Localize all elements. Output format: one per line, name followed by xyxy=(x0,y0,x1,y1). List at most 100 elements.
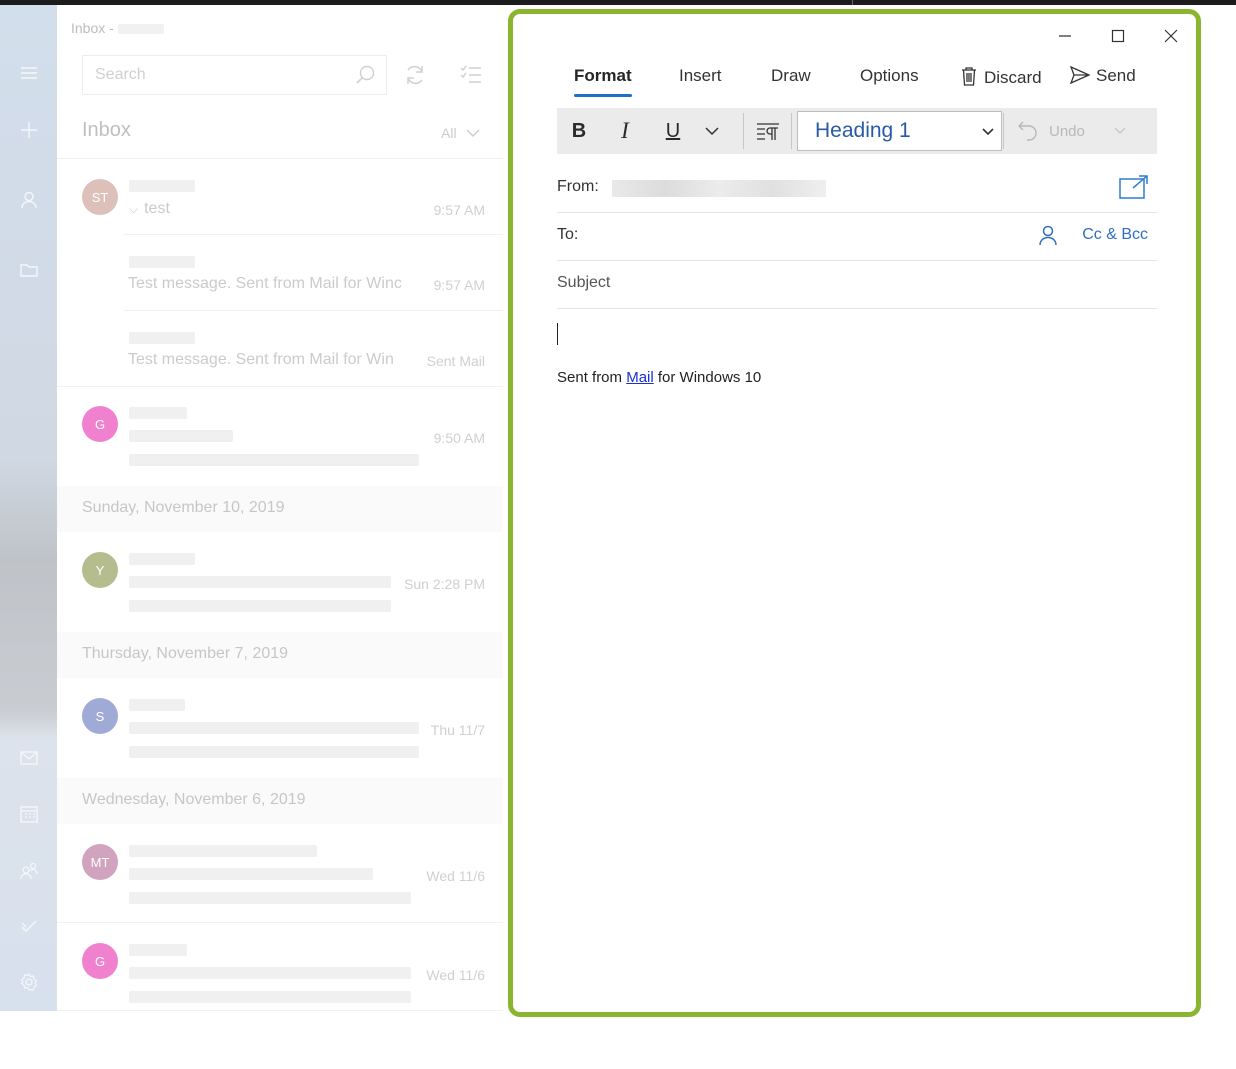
person-icon[interactable] xyxy=(18,189,40,211)
todo-icon[interactable] xyxy=(18,915,40,937)
avatar: G xyxy=(82,406,118,442)
sender-redacted xyxy=(129,180,195,192)
close-icon xyxy=(1164,29,1178,43)
subject-input[interactable]: Subject xyxy=(557,274,610,292)
to-row[interactable]: To: Cc & Bcc xyxy=(557,212,1157,261)
mail-icon[interactable] xyxy=(18,747,40,769)
date-header: Wednesday, November 6, 2019 xyxy=(57,778,503,824)
from-label: From: xyxy=(557,178,599,195)
preview-redacted xyxy=(129,600,391,612)
close-button[interactable] xyxy=(1149,20,1193,52)
font-options-dropdown[interactable] xyxy=(697,108,727,154)
send-icon xyxy=(1070,66,1090,84)
sender-redacted xyxy=(129,407,187,419)
chevron-down-icon xyxy=(982,128,994,136)
popout-icon[interactable] xyxy=(1119,174,1149,205)
tab-options[interactable]: Options xyxy=(860,66,919,86)
italic-button[interactable]: I xyxy=(603,108,647,154)
style-dropdown[interactable]: Heading 1 xyxy=(797,111,1002,151)
divider xyxy=(57,386,503,387)
divider xyxy=(57,1010,503,1011)
divider xyxy=(57,922,503,923)
send-button[interactable]: Send xyxy=(1070,66,1136,86)
message-folder-label: Sent Mail xyxy=(426,353,485,369)
search-input[interactable]: Search xyxy=(95,66,146,84)
discard-button[interactable]: Discard xyxy=(960,66,1042,88)
message-time: Wed 11/6 xyxy=(426,967,485,983)
sender-redacted xyxy=(129,944,187,956)
from-address-redacted[interactable] xyxy=(612,180,826,197)
sender-redacted xyxy=(129,256,195,268)
divider xyxy=(124,310,503,311)
hamburger-icon[interactable] xyxy=(18,62,40,84)
tab-insert[interactable]: Insert xyxy=(679,66,722,86)
selection-mode-icon[interactable] xyxy=(459,63,483,92)
thread-subject: ⌵ test xyxy=(129,200,170,217)
undo-button[interactable]: Undo xyxy=(1017,108,1085,154)
divider xyxy=(791,113,792,149)
preview-redacted xyxy=(129,454,419,466)
message-time: 9:50 AM xyxy=(433,430,485,446)
underline-button[interactable]: U xyxy=(651,108,695,154)
avatar: G xyxy=(82,943,118,979)
contact-picker-icon[interactable] xyxy=(1037,224,1059,251)
message-time: Thu 11/7 xyxy=(430,722,485,738)
preview-redacted xyxy=(129,991,411,1003)
message-time: Wed 11/6 xyxy=(426,868,485,884)
chevron-down-icon[interactable] xyxy=(1113,120,1127,140)
date-header: Thursday, November 7, 2019 xyxy=(57,632,503,678)
tab-draw[interactable]: Draw xyxy=(771,66,811,86)
sender-redacted xyxy=(129,845,317,857)
sender-redacted xyxy=(129,553,195,565)
sync-icon[interactable] xyxy=(403,63,427,92)
message-time: Sun 2:28 PM xyxy=(404,576,485,592)
mail-link[interactable]: Mail xyxy=(626,369,654,386)
search-icon[interactable] xyxy=(354,64,376,91)
chevron-down-icon xyxy=(466,129,480,137)
maximize-button[interactable] xyxy=(1096,20,1140,52)
plus-icon[interactable] xyxy=(18,119,40,141)
top-edge-marker xyxy=(852,0,853,5)
search-box[interactable]: Search xyxy=(82,55,387,95)
compose-window: Format Insert Draw Options Discard Send … xyxy=(508,9,1201,1017)
divider xyxy=(1003,113,1004,149)
filter-label: All xyxy=(441,125,457,141)
folder-title: Inbox xyxy=(82,119,131,141)
subject-redacted xyxy=(129,576,391,588)
folder-icon[interactable] xyxy=(18,259,40,281)
subject-redacted xyxy=(129,722,419,734)
bold-button[interactable]: B xyxy=(557,108,601,154)
people-icon[interactable] xyxy=(18,860,40,882)
message-preview: Test message. Sent from Mail for Winc xyxy=(128,275,402,292)
signature[interactable]: Sent from Mail for Windows 10 xyxy=(557,369,761,386)
text-cursor xyxy=(557,323,558,345)
from-row: From: xyxy=(557,164,1157,213)
message-preview: Test message. Sent from Mail for Win xyxy=(128,351,394,368)
subject-row[interactable]: Subject xyxy=(557,260,1157,309)
paragraph-format-button[interactable] xyxy=(746,108,790,154)
chevron-down-icon: ⌵ xyxy=(129,202,139,216)
preview-redacted xyxy=(129,746,419,758)
avatar: Y xyxy=(82,552,118,588)
format-toolbar: B I U Heading 1 Undo xyxy=(557,108,1157,154)
subject-redacted xyxy=(129,868,373,880)
style-value: Heading 1 xyxy=(815,119,911,142)
divider xyxy=(57,158,503,159)
avatar: MT xyxy=(82,844,118,880)
divider xyxy=(743,113,744,149)
gear-icon[interactable] xyxy=(18,971,40,993)
message-list: Inbox - Search Inbox All ST ⌵ test 9:57 A… xyxy=(57,5,503,1011)
calendar-icon[interactable] xyxy=(18,803,40,825)
maximize-icon xyxy=(1111,29,1125,43)
preview-redacted xyxy=(129,892,411,904)
filter-dropdown[interactable]: All xyxy=(441,125,480,141)
nav-rail xyxy=(0,5,57,1011)
minimize-button[interactable] xyxy=(1043,20,1087,52)
undo-icon xyxy=(1018,121,1037,141)
tab-format[interactable]: Format xyxy=(574,66,632,97)
trash-icon xyxy=(962,67,976,86)
chevron-down-icon xyxy=(705,127,719,136)
cc-bcc-button[interactable]: Cc & Bcc xyxy=(1082,226,1148,244)
subject-redacted xyxy=(129,430,233,442)
account-name-redacted xyxy=(117,24,164,35)
